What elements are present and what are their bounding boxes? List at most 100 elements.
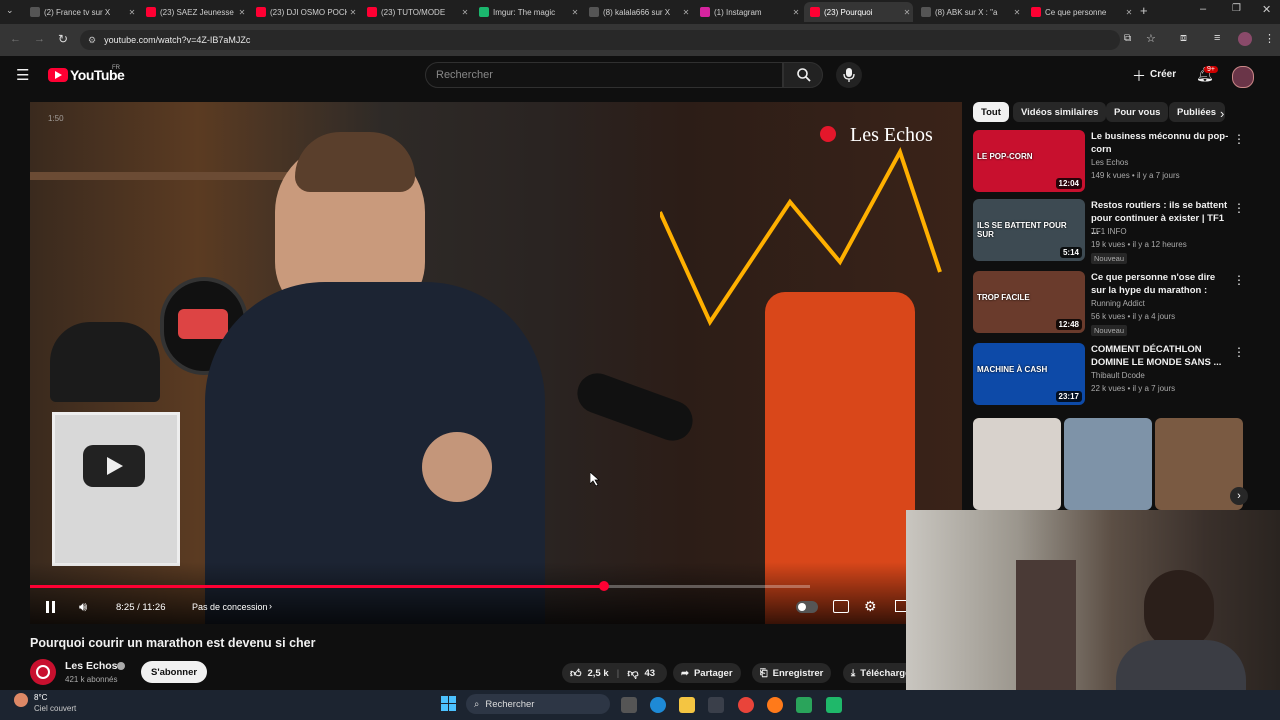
back-icon[interactable]: ← [10, 33, 21, 45]
tab-close-icon[interactable]: ✕ [901, 8, 913, 17]
video-thumbnail[interactable]: ILS SE BATTENT POUR SUR 5:14 [973, 199, 1085, 261]
tab-close-icon[interactable]: ✕ [790, 8, 802, 17]
browser-tab[interactable]: (23) Pourquoi ✕ [804, 2, 913, 22]
bookmark-star-icon[interactable]: ☆ [1146, 32, 1156, 45]
hamburger-menu-icon[interactable]: ☰ [16, 66, 29, 84]
more-actions-icon[interactable]: ⋮ [1233, 273, 1245, 287]
weather-icon[interactable] [14, 693, 28, 707]
chip-all[interactable]: Tout [973, 102, 1009, 122]
subscribe-button[interactable]: S'abonner [141, 661, 208, 683]
file-explorer-icon[interactable] [679, 697, 695, 713]
browser-tab[interactable]: (23) SAEZ Jeunesse ✕ [140, 2, 248, 22]
tab-favicon-icon [146, 7, 156, 17]
tab-search-icon[interactable]: ⌄ [6, 5, 20, 19]
search-button[interactable] [783, 62, 823, 88]
channel-name[interactable]: Les Echos [65, 660, 118, 672]
recommended-video[interactable]: ILS SE BATTENT POUR SUR 5:14 Restos routie… [973, 199, 1273, 264]
recommended-video[interactable]: MACHINE À CASH 23:17 COMMENT DÉCATHLON DOM… [973, 343, 1273, 405]
more-actions-icon[interactable]: ⋮ [1233, 132, 1245, 146]
video-thumbnail[interactable]: LE POP-CORN 12:04 [973, 130, 1085, 192]
maximize-button[interactable]: ❐ [1232, 3, 1241, 14]
video-thumbnail[interactable]: TROP FACILE 12:48 [973, 271, 1085, 333]
browser-tab[interactable]: (23) DJI OSMO POCKET✕ [250, 2, 359, 22]
chip-published[interactable]: Publiées [1169, 102, 1225, 122]
like-count[interactable]: 2,5 k [588, 668, 609, 679]
taskbar-search[interactable]: ⌕ Rechercher [466, 694, 610, 714]
create-button-label[interactable]: Créer [1150, 69, 1176, 80]
reload-icon[interactable]: ↻ [58, 32, 68, 46]
tab-close-icon[interactable]: ✕ [126, 8, 138, 17]
windows-start-icon[interactable] [441, 696, 457, 712]
browser-tab[interactable]: Imgur: The magic ✕ [473, 2, 581, 22]
video-title[interactable]: COMMENT DÉCATHLON DOMINE LE MONDE SANS .… [1091, 343, 1229, 369]
search-input[interactable]: Rechercher [425, 62, 783, 88]
browser-tab[interactable]: (8) kalala666 sur X ✕ [583, 2, 692, 22]
shorts-next-chevron-icon[interactable]: › [1230, 487, 1248, 505]
tab-close-icon[interactable]: ✕ [1123, 8, 1135, 17]
url-bar[interactable]: ⚙ youtube.com/watch?v=4Z-IB7aMJZc [80, 30, 1120, 50]
profile-avatar[interactable] [1238, 32, 1252, 46]
store-icon[interactable] [708, 697, 724, 713]
create-plus-icon[interactable]: ＋ [1132, 66, 1146, 86]
cast-icon[interactable]: ⧉ [1124, 33, 1131, 44]
task-view-icon[interactable] [621, 697, 637, 713]
recommended-video[interactable]: TROP FACILE 12:48 Ce que personne n'ose di… [973, 271, 1273, 336]
channel-name[interactable]: Running Addict [1091, 299, 1145, 308]
browser-tab[interactable]: (2) France tv sur X ✕ [24, 2, 138, 22]
share-button[interactable]: ➦ Partager [673, 663, 741, 683]
tab-title: (2) France tv sur X [44, 7, 111, 17]
volume-icon[interactable]: 🔊︎ [79, 599, 87, 615]
save-button[interactable]: ⎗ Enregistrer [752, 663, 832, 683]
chapter-label[interactable]: Pas de concession [192, 602, 268, 612]
video-title[interactable]: Le business méconnu du pop-corn [1091, 130, 1229, 156]
channel-name[interactable]: TF1 INFO [1091, 227, 1127, 236]
browser-menu-icon[interactable]: ⋮ [1264, 32, 1275, 45]
settings-gear-icon[interactable]: ⚙ [864, 598, 877, 615]
more-actions-icon[interactable]: ⋮ [1233, 345, 1245, 359]
browser-tab[interactable]: Ce que personne ✕ [1025, 2, 1135, 22]
tab-close-icon[interactable]: ✕ [1011, 8, 1023, 17]
edge-browser-icon[interactable] [650, 697, 666, 713]
browser-tab[interactable]: (23) TUTO/MODE ✕ [361, 2, 471, 22]
tab-close-icon[interactable]: ✕ [569, 8, 581, 17]
extensions-icon[interactable]: ⧈ [1180, 32, 1187, 45]
spotify-like-icon[interactable] [826, 697, 842, 713]
voice-search-button[interactable] [836, 62, 862, 88]
recommended-video[interactable]: LE POP-CORN 12:04 Le business méconnu du p… [973, 130, 1273, 192]
browser-tab[interactable]: (1) Instagram ✕ [694, 2, 802, 22]
channel-name[interactable]: Les Echos [1091, 158, 1128, 167]
chrome-icon[interactable] [738, 697, 754, 713]
video-player[interactable]: Les Echos 1:50 [30, 102, 962, 624]
app-icon[interactable] [796, 697, 812, 713]
subtitles-icon[interactable] [833, 600, 849, 613]
pause-button[interactable] [44, 600, 58, 614]
chips-next-chevron-icon[interactable]: › [1220, 106, 1224, 121]
browser-tab[interactable]: (8) ABK sur X : "a ✕ [915, 2, 1023, 22]
minimize-button[interactable]: – [1200, 3, 1206, 15]
chip-similar-videos[interactable]: Vidéos similaires [1013, 102, 1107, 122]
short-thumbnail[interactable] [973, 418, 1061, 510]
youtube-logo-icon[interactable] [48, 68, 68, 82]
dislike-count[interactable]: 43 [644, 668, 655, 679]
site-info-icon[interactable]: ⚙ [88, 35, 96, 46]
more-actions-icon[interactable]: ⋮ [1233, 201, 1245, 215]
video-title[interactable]: Ce que personne n'ose dire sur la hype d… [1091, 271, 1229, 297]
thumbs-up-icon[interactable]: 👍︎ [570, 667, 582, 680]
new-tab-button[interactable]: + [1140, 3, 1148, 18]
firefox-icon[interactable] [767, 697, 783, 713]
tab-close-icon[interactable]: ✕ [680, 8, 692, 17]
forward-icon[interactable]: → [34, 33, 45, 45]
channel-avatar[interactable] [30, 659, 56, 685]
thumbs-down-icon[interactable]: 👎︎ [627, 667, 638, 680]
tab-close-icon[interactable]: ✕ [347, 8, 359, 17]
account-avatar[interactable] [1232, 66, 1254, 88]
video-thumbnail[interactable]: MACHINE À CASH 23:17 [973, 343, 1085, 405]
close-window-button[interactable]: ✕ [1262, 3, 1271, 16]
tab-close-icon[interactable]: ✕ [459, 8, 471, 17]
short-thumbnail[interactable] [1064, 418, 1152, 510]
autoplay-toggle[interactable] [796, 601, 818, 613]
chip-for-you[interactable]: Pour vous [1106, 102, 1169, 122]
channel-name[interactable]: Thibault Dcode [1091, 371, 1145, 380]
tab-close-icon[interactable]: ✕ [236, 8, 248, 17]
media-control-icon[interactable]: ≡ [1214, 32, 1220, 44]
